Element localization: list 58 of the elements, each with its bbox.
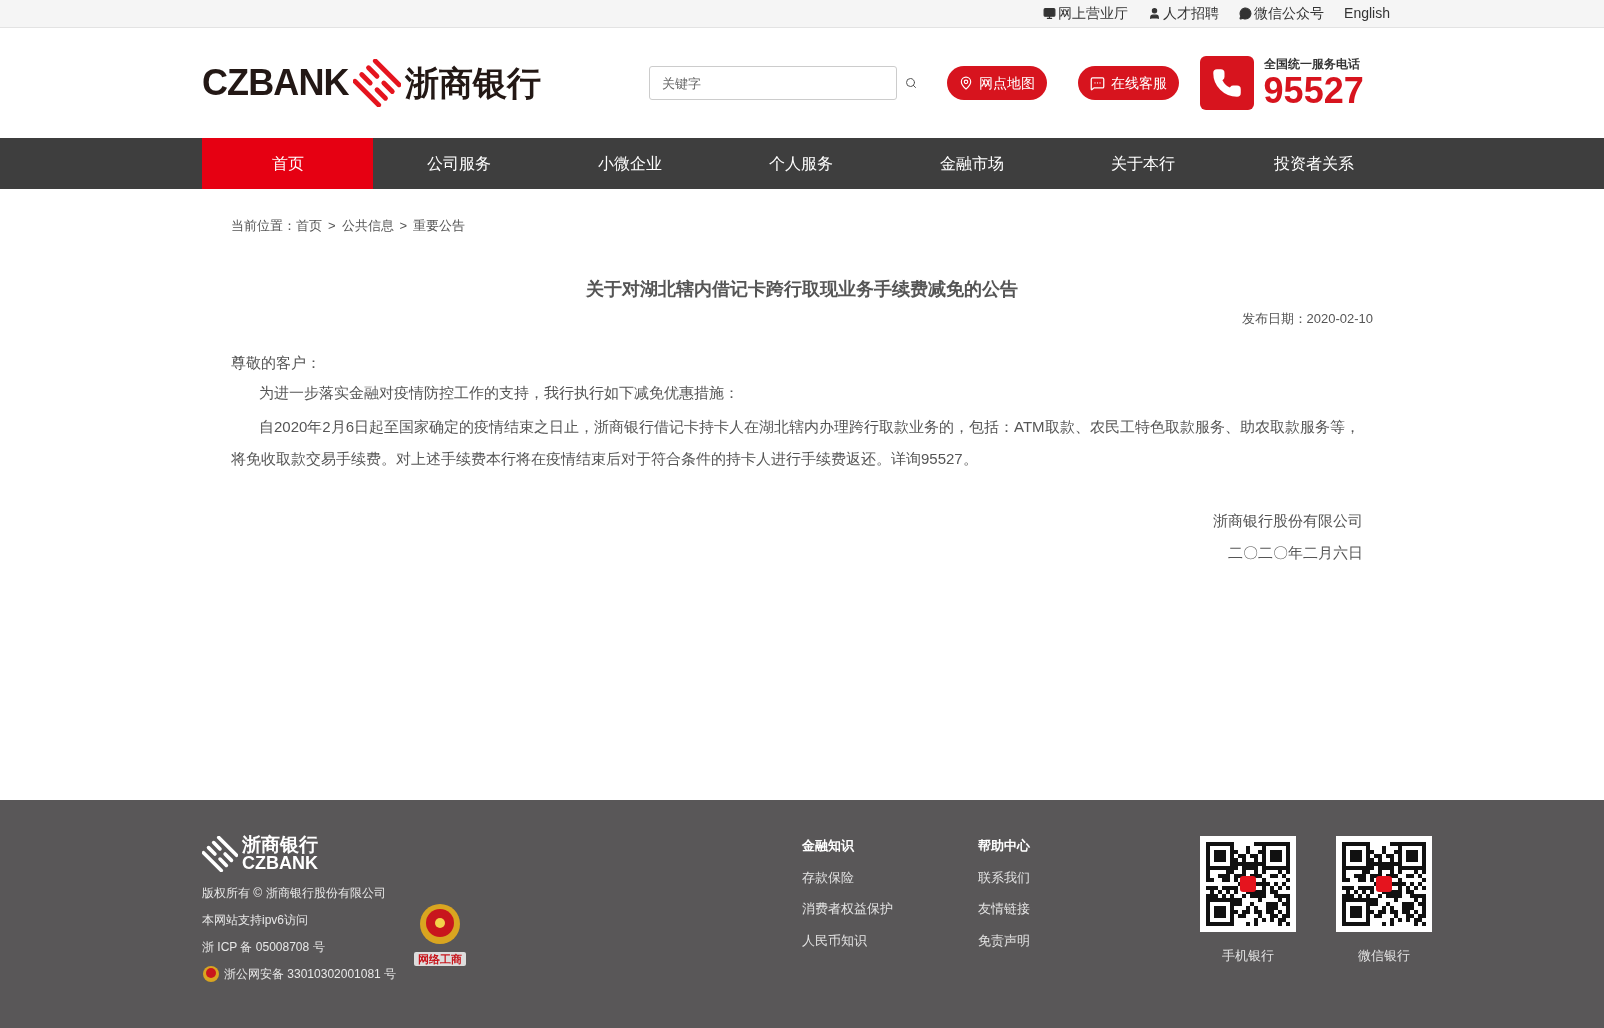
- footer-link[interactable]: 存款保险: [802, 867, 906, 887]
- search-icon[interactable]: [904, 77, 917, 89]
- footer-heading: 金融知识: [802, 837, 855, 855]
- striped-logo-icon: [202, 836, 238, 872]
- footer-link[interactable]: 联系我们: [978, 867, 1082, 887]
- nav-tab[interactable]: 首页: [202, 138, 373, 189]
- footer-link[interactable]: 消费者权益保护: [802, 899, 906, 919]
- footer-logo-text: 浙商银行: [242, 836, 318, 854]
- logo-text: CZBANK: [202, 61, 349, 105]
- signature-line: 二〇二〇年二月六日: [1228, 542, 1363, 563]
- footer-info-text: 浙公网安备 33010302001081 号: [224, 966, 397, 983]
- hotline-caption: 全国统一服务电话: [1263, 56, 1361, 72]
- signature-line: 浙商银行股份有限公司: [1213, 510, 1363, 531]
- nav-tab[interactable]: 个人服务: [715, 138, 886, 189]
- footer-link[interactable]: 免责声明: [978, 930, 1082, 950]
- breadcrumb-link[interactable]: 首页: [296, 216, 322, 236]
- nav-tab[interactable]: 金融市场: [886, 138, 1057, 189]
- footer-link[interactable]: 友情链接: [978, 899, 1082, 919]
- top-link[interactable]: 微信公众号: [1239, 3, 1325, 24]
- chat-bubbles-icon: [1239, 7, 1253, 20]
- footer-logo-text: CZBANK: [242, 854, 318, 872]
- footer-info-text: 浙 ICP 备 05008708 号: [202, 939, 325, 956]
- footer-heading: 帮助中心: [978, 837, 1031, 855]
- nav-tab[interactable]: 公司服务: [373, 138, 544, 189]
- footer-link[interactable]: 人民币知识: [802, 930, 906, 950]
- pill-button[interactable]: 在线客服: [1077, 66, 1179, 100]
- emblem-icon: [202, 965, 220, 983]
- qr-caption: 手机银行: [1222, 947, 1274, 965]
- map-pin-icon: [958, 76, 973, 90]
- nav-tab[interactable]: 投资者关系: [1228, 138, 1399, 189]
- chat-icon: [1089, 75, 1105, 91]
- user-icon: [1148, 7, 1162, 20]
- monitor-icon: [1043, 7, 1057, 20]
- breadcrumb-separator: >: [328, 217, 336, 235]
- nav-tab[interactable]: 小微企业: [544, 138, 715, 189]
- top-link[interactable]: 人才招聘: [1148, 3, 1220, 24]
- logo-text: 浙商银行: [404, 62, 541, 104]
- breadcrumb-link[interactable]: 公共信息: [341, 216, 394, 236]
- hotline-number: 95527: [1263, 72, 1364, 110]
- breadcrumb-separator: >: [399, 217, 408, 235]
- phone-icon: [1211, 68, 1242, 98]
- badge-label: 网络工商: [414, 951, 466, 966]
- nav-tab[interactable]: 关于本行: [1057, 138, 1228, 189]
- qr-caption: 微信银行: [1358, 947, 1410, 965]
- article-paragraph: 自2020年2月6日起至国家确定的疫情结束之日止，浙商银行借记卡持卡人在湖北辖内办理跨行取款业务的，包括：ATM取款、农民工特色取款服务、助农取款服务等，将免收取款交易手续费。对上述手续费本行将在疫情结束后对于符合条件的持卡人进行手续费返还。详询95527。: [231, 416, 1361, 469]
- top-link[interactable]: English: [1344, 3, 1390, 24]
- striped-logo-icon: [352, 59, 401, 107]
- footer-info-text: 版权所有 © 浙商银行股份有限公司: [202, 885, 386, 902]
- footer-info-text: 本网站支持ipv6访问: [202, 912, 308, 929]
- breadcrumb-label: 当前位置：: [231, 217, 296, 235]
- salutation: 尊敬的客户：: [231, 353, 322, 373]
- pill-button[interactable]: 网点地图: [946, 66, 1047, 100]
- publish-date: 发布日期：2020-02-10: [1241, 309, 1373, 328]
- search-field[interactable]: 关键字: [648, 66, 897, 100]
- top-link[interactable]: 网上营业厅: [1043, 3, 1129, 24]
- article-paragraph: 为进一步落实金融对疫情防控工作的支持，我行执行如下减免优惠措施：: [258, 382, 740, 403]
- article-title: 关于对湖北辖内借记卡跨行取现业务手续费减免的公告: [585, 277, 1019, 301]
- breadcrumb-link[interactable]: 重要公告: [413, 216, 466, 236]
